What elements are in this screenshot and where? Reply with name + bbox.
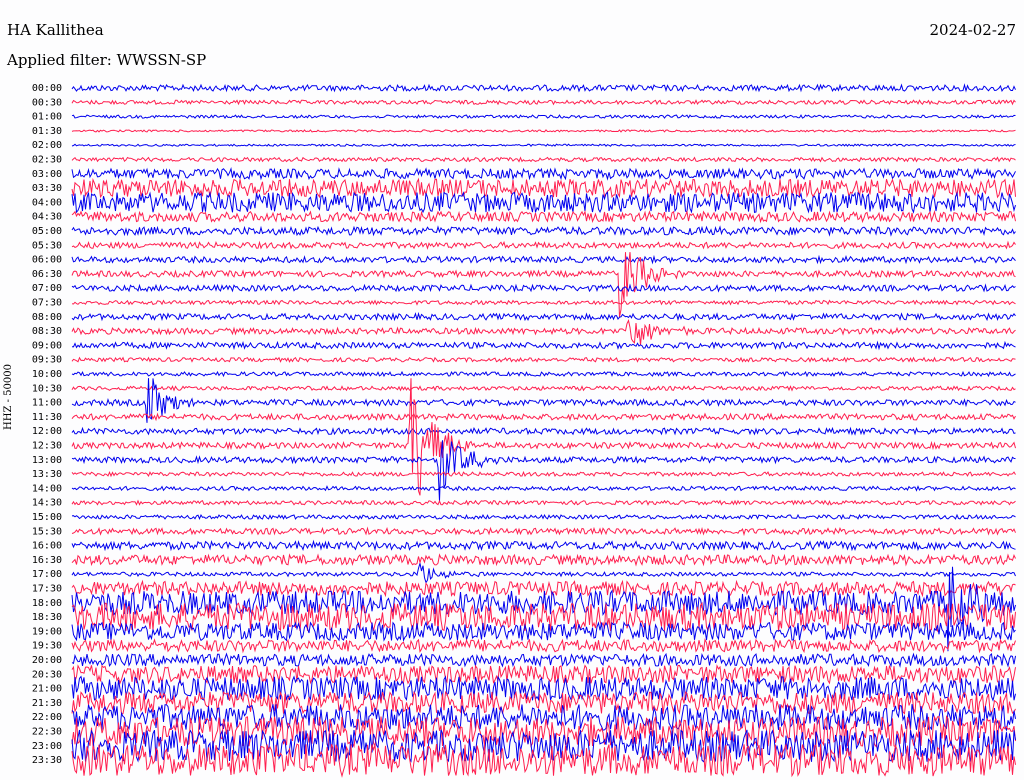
trace-1930 <box>71 638 1016 654</box>
trace-0600 <box>71 254 1016 265</box>
time-tick-label: 16:00 <box>32 541 62 552</box>
time-tick-label: 01:00 <box>32 112 62 123</box>
time-tick-label: 20:00 <box>32 655 62 666</box>
time-tick-label: 01:30 <box>32 126 62 137</box>
trace-1730 <box>71 579 1016 598</box>
time-tick-label: 05:00 <box>32 226 62 237</box>
time-tick-label: 05:30 <box>32 240 62 251</box>
trace-2130 <box>71 690 1016 716</box>
time-tick-label: 07:00 <box>32 283 62 294</box>
time-tick-label: 18:00 <box>32 598 62 609</box>
trace-0300 <box>71 167 1016 181</box>
time-tick-label: 23:00 <box>32 741 62 752</box>
trace-0930 <box>71 356 1016 363</box>
time-tick-label: 17:30 <box>32 584 62 595</box>
trace-0430 <box>71 210 1016 224</box>
time-tick-label: 13:00 <box>32 455 62 466</box>
trace-0030 <box>71 99 1016 106</box>
trace-0100 <box>71 114 1016 120</box>
trace-1900 <box>71 620 1016 642</box>
time-tick-label: 18:30 <box>32 612 62 623</box>
trace-1030 <box>71 385 1016 392</box>
time-tick-label: 09:30 <box>32 355 62 366</box>
trace-0800 <box>71 311 1016 322</box>
time-tick-label: 17:00 <box>32 569 62 580</box>
time-tick-label: 14:00 <box>32 483 62 494</box>
trace-0530 <box>71 240 1016 250</box>
time-tick-label: 11:30 <box>32 412 62 423</box>
trace-0000 <box>71 83 1016 93</box>
time-tick-label: 09:00 <box>32 340 62 351</box>
time-tick-label: 20:30 <box>32 669 62 680</box>
trace-1430 <box>71 499 1016 506</box>
time-tick-label: 06:00 <box>32 255 62 266</box>
time-tick-label: 16:30 <box>32 555 62 566</box>
trace-1200 <box>71 426 1016 436</box>
time-tick-label: 08:30 <box>32 326 62 337</box>
trace-1530 <box>71 526 1016 537</box>
time-tick-label: 21:30 <box>32 698 62 709</box>
time-tick-label: 10:30 <box>32 383 62 394</box>
time-tick-label: 10:00 <box>32 369 62 380</box>
time-tick-label: 14:30 <box>32 498 62 509</box>
time-tick-label: 12:00 <box>32 426 62 437</box>
time-tick-label: 23:30 <box>32 755 62 766</box>
trace-2200 <box>71 704 1016 732</box>
time-tick-label: 13:30 <box>32 469 62 480</box>
trace-1600 <box>71 539 1016 552</box>
time-tick-label: 02:30 <box>32 155 62 166</box>
trace-1230 <box>71 378 1016 496</box>
time-tick-label: 03:30 <box>32 183 62 194</box>
time-tick-label: 06:30 <box>32 269 62 280</box>
trace-0700 <box>71 283 1016 293</box>
time-tick-label: 02:00 <box>32 140 62 151</box>
trace-0900 <box>71 340 1016 351</box>
trace-1500 <box>71 513 1016 521</box>
time-tick-label: 04:00 <box>32 197 62 208</box>
trace-0200 <box>71 143 1016 147</box>
trace-1700 <box>71 563 1016 584</box>
trace-1400 <box>71 485 1016 492</box>
seismogram-plot: 00:00 00:30 01:00 01:30 02:00 02:30 03:00 03:30… <box>32 83 1016 778</box>
time-tick-label: 22:00 <box>32 712 62 723</box>
trace-0830 <box>71 318 1016 346</box>
time-tick-label: 22:30 <box>32 727 62 738</box>
time-tick-label: 15:30 <box>32 526 62 537</box>
time-tick-label: 11:00 <box>32 398 62 409</box>
trace-0130 <box>71 129 1016 133</box>
trace-0500 <box>71 225 1016 237</box>
trace-1630 <box>71 553 1016 567</box>
time-tick-label: 03:00 <box>32 169 62 180</box>
time-tick-label: 12:30 <box>32 441 62 452</box>
time-tick-label: 04:30 <box>32 212 62 223</box>
trace-1000 <box>71 370 1016 378</box>
time-tick-label: 00:30 <box>32 97 62 108</box>
time-tick-label: 19:30 <box>32 641 62 652</box>
trace-1130 <box>71 412 1016 422</box>
trace-0330 <box>71 177 1016 199</box>
time-tick-label: 21:00 <box>32 684 62 695</box>
trace-0400 <box>71 191 1016 214</box>
trace-1300 <box>71 440 1016 502</box>
trace-1330 <box>71 470 1016 478</box>
time-tick-label: 08:00 <box>32 312 62 323</box>
time-tick-label: 19:00 <box>32 626 62 637</box>
time-tick-label: 00:00 <box>32 83 62 94</box>
trace-2000 <box>71 652 1016 668</box>
time-tick-label: 15:00 <box>32 512 62 523</box>
time-tick-label: 07:30 <box>32 298 62 309</box>
trace-0730 <box>71 299 1016 306</box>
trace-0230 <box>71 156 1016 163</box>
